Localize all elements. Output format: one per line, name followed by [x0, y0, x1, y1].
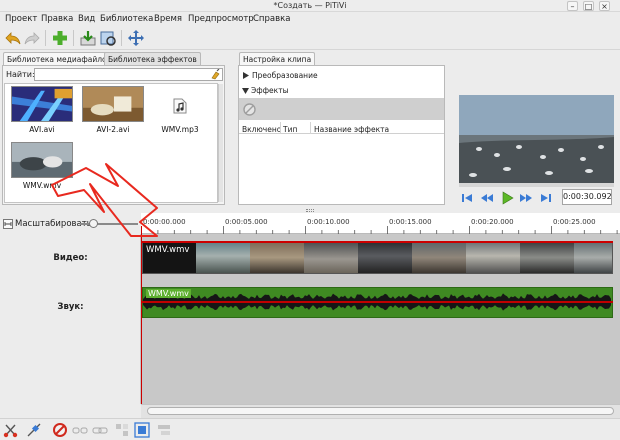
timeline-scrollbar[interactable] — [141, 404, 620, 418]
col-effect-name[interactable]: Название эффекта — [314, 125, 389, 134]
video-clip-bar — [142, 241, 613, 243]
keyframe-icon[interactable] — [26, 422, 42, 438]
minimize-button[interactable]: – — [567, 1, 578, 11]
align-icon[interactable] — [156, 422, 172, 438]
window-title: *Создать — PiTiVi — [273, 1, 347, 10]
menu-library[interactable]: Библиотека — [100, 14, 153, 24]
add-media-icon[interactable] — [51, 29, 69, 47]
toolbar-separator — [73, 30, 74, 46]
maximize-button[interactable]: □ — [583, 1, 594, 11]
title-bar: *Создать — PiTiVi – □ × — [0, 0, 620, 12]
ungroup-icon[interactable] — [114, 422, 130, 438]
viewer-preview — [459, 95, 614, 183]
media-item-avi[interactable]: AVI.avi — [11, 86, 73, 136]
pane-handle[interactable] — [306, 209, 314, 212]
video-frame — [520, 242, 574, 273]
link-icon[interactable] — [92, 422, 108, 438]
fullscreen-icon[interactable] — [127, 29, 145, 47]
ruler-label: 0:00:20.000 — [471, 218, 514, 226]
ruler-label: 0:00:10.000 — [307, 218, 350, 226]
audio-file-icon — [173, 98, 187, 114]
viewer-divider — [459, 183, 614, 187]
library-scrollbar[interactable] — [218, 84, 223, 202]
expander-collapsed-icon[interactable] — [243, 72, 249, 79]
video-frame — [574, 242, 612, 273]
menu-view[interactable]: Вид — [78, 14, 95, 24]
unlink-icon[interactable] — [72, 422, 88, 438]
audio-track-label: Звук: — [57, 302, 84, 312]
video-frame — [304, 242, 358, 273]
column-divider — [280, 122, 281, 134]
effects-toolbar — [239, 98, 444, 120]
playhead[interactable] — [141, 226, 142, 404]
video-track-label: Видео: — [53, 253, 88, 263]
video-clip-name: WMV.wmv — [146, 245, 190, 255]
timecode-display[interactable]: 0:00:30.092 — [562, 189, 612, 205]
media-grid: AVI.avi AVI-2.avi WMV.mp3 WMV.wmv — [4, 83, 218, 203]
menu-time[interactable]: Время — [154, 14, 182, 24]
ruler-ticks — [141, 226, 618, 234]
avi-thumbnail — [11, 86, 73, 122]
play-icon[interactable] — [500, 191, 514, 205]
goto-start-icon[interactable] — [460, 191, 474, 205]
rewind-icon[interactable] — [480, 191, 494, 205]
ruler-label: 0:00:00.000 — [143, 218, 186, 226]
effects-expander[interactable]: Эффекты — [251, 86, 289, 95]
main-toolbar — [0, 26, 620, 50]
video-frame — [250, 242, 304, 273]
wmv-thumbnail — [11, 142, 73, 178]
tab-clip-settings[interactable]: Настройка клипа — [239, 52, 316, 66]
col-enabled[interactable]: Включено — [242, 125, 281, 134]
video-frame — [466, 242, 520, 273]
tab-effects-library[interactable]: Библиотека эффектов — [104, 52, 201, 66]
media-item-label: AVI.avi — [29, 125, 55, 134]
avi-2-thumbnail — [82, 86, 144, 122]
media-item-label: WMV.wmv — [22, 181, 62, 190]
column-divider — [310, 122, 311, 134]
ruler-label: 0:00:05.000 — [225, 218, 268, 226]
menu-preview[interactable]: Предпросмотр — [188, 14, 254, 24]
transform-expander[interactable]: Преобразование — [252, 71, 318, 80]
audio-clip-name: WMV.wmv — [146, 289, 191, 298]
tab-media-library[interactable]: Библиотека медиафайлов — [3, 52, 116, 66]
video-frame — [412, 242, 466, 273]
search-input[interactable] — [34, 68, 223, 81]
undo-icon[interactable] — [4, 29, 22, 47]
delete-icon[interactable] — [52, 422, 68, 438]
menu-help[interactable]: Справка — [253, 14, 290, 24]
toolbar-separator — [45, 30, 46, 46]
search-label: Найти: — [6, 70, 35, 79]
remove-effect-icon[interactable] — [243, 103, 256, 116]
audio-volume-line — [142, 301, 613, 303]
clear-icon[interactable] — [210, 69, 221, 80]
video-frame — [358, 242, 412, 273]
media-item-label: WMV.mp3 — [161, 125, 199, 134]
split-clip-icon[interactable] — [3, 422, 19, 438]
expander-expanded-icon[interactable] — [242, 88, 249, 94]
media-item-avi-2[interactable]: AVI-2.avi — [82, 86, 144, 136]
scrollbar-thumb[interactable] — [147, 407, 614, 415]
menu-edit[interactable]: Правка — [41, 14, 73, 24]
fast-forward-icon[interactable] — [519, 191, 533, 205]
media-item-mp3[interactable]: WMV.mp3 — [149, 86, 211, 136]
menu-bar: Проект Правка Вид Библиотека Время Предп… — [0, 12, 620, 26]
media-item-wmv[interactable]: WMV.wmv — [11, 142, 73, 192]
ruler-label: 0:00:15.000 — [389, 218, 432, 226]
import-icon[interactable] — [99, 29, 117, 47]
zoom-slider-knob[interactable] — [88, 219, 98, 228]
render-icon[interactable] — [79, 29, 97, 47]
redo-icon[interactable] — [23, 29, 41, 47]
goto-end-icon[interactable] — [539, 191, 553, 205]
group-icon[interactable] — [134, 422, 150, 438]
close-button[interactable]: × — [599, 1, 610, 11]
video-frame — [196, 242, 250, 273]
ruler-label: 0:00:25.000 — [553, 218, 596, 226]
col-type[interactable]: Тип — [283, 125, 297, 134]
menu-project[interactable]: Проект — [5, 14, 37, 24]
zoom-icon — [3, 219, 13, 229]
toolbar-separator — [121, 30, 122, 46]
